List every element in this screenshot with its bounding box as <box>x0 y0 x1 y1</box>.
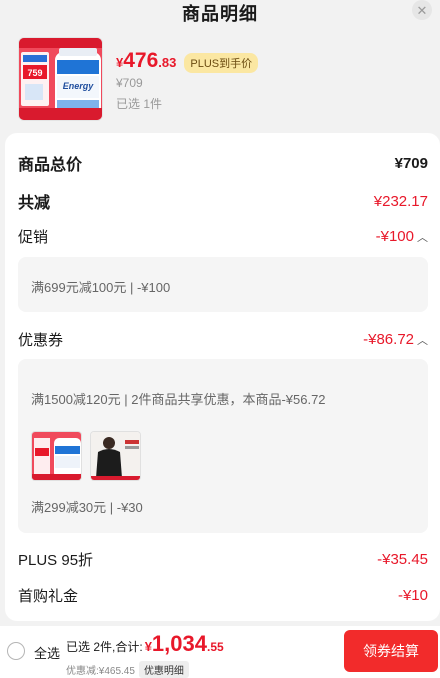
sum-currency: ¥ <box>144 639 152 654</box>
promo-toggle[interactable]: -¥100 ︿ <box>376 228 428 245</box>
close-icon: ✕ <box>416 2 428 18</box>
selected-summary-text: 已选 2件,合计: <box>66 640 143 654</box>
original-price: ¥709 <box>116 76 143 90</box>
total-price-label: 商品总价 <box>18 157 83 174</box>
product-summary: 759 Energy ¥ 476 .83 PLUS到手价 ¥709 已选 1件 <box>18 37 438 121</box>
discount-detail-button[interactable]: 优惠明细 <box>138 661 189 678</box>
coupon-row[interactable]: 优惠券 -¥86.72 ︿ <box>18 329 428 350</box>
chevron-up-icon: ︿ <box>417 231 428 244</box>
svg-text:759: 759 <box>27 68 42 78</box>
plus-discount-label: PLUS 95折 <box>18 552 94 569</box>
promo-detail-box: 满699元减100元 | -¥100 <box>18 257 428 312</box>
checkout-button[interactable]: 领券结算 <box>344 630 438 672</box>
total-reduce-value: ¥232.17 <box>373 192 428 210</box>
product-thumbnail[interactable]: 759 Energy <box>18 37 103 121</box>
coupon-detail-text-1: 满1500减120元 | 2件商品共享优惠，本商品-¥56.72 <box>31 392 326 407</box>
total-sum: 已选 2件,合计: ¥ 1,034 .55 <box>66 631 224 657</box>
jacket-image <box>91 432 140 480</box>
coupon-item-thumbnail-2[interactable] <box>90 431 141 481</box>
promo-row[interactable]: 促销 -¥100 ︿ <box>18 226 428 247</box>
checkout-bar: 全选 已选 2件,合计: ¥ 1,034 .55 优惠减:¥465.45 优惠明… <box>0 626 440 678</box>
sum-integer: 1,034 <box>151 631 207 656</box>
plus-price: ¥ 476 .83 PLUS到手价 <box>116 49 259 73</box>
first-buy-label: 首购礼金 <box>18 588 79 605</box>
sheet-title: 商品明细 <box>182 4 258 24</box>
promo-detail-text: 满699元减100元 | -¥100 <box>31 280 171 295</box>
promo-label: 促销 <box>18 229 49 246</box>
total-price-row: 商品总价 ¥709 <box>18 151 428 175</box>
coupon-item-thumbnail-1[interactable] <box>31 431 82 481</box>
svg-text:Energy: Energy <box>63 81 95 91</box>
plus-discount-row: PLUS 95折 -¥35.45 <box>18 549 428 570</box>
total-reduce-row: 共减 ¥232.17 <box>18 189 428 213</box>
select-all-checkbox[interactable] <box>7 642 25 660</box>
discount-text: 优惠减:¥465.45 <box>66 666 135 677</box>
price-breakdown-card: 商品总价 ¥709 共减 ¥232.17 促销 -¥100 ︿ 满699元减10… <box>5 133 440 621</box>
selected-count: 已选 1件 <box>116 97 163 111</box>
select-all-label[interactable]: 全选 <box>34 643 60 662</box>
plus-price-tag: PLUS到手价 <box>184 53 259 73</box>
price-integer: 476 <box>123 49 159 72</box>
total-reduce-label: 共减 <box>18 195 51 212</box>
discount-summary: 优惠减:¥465.45 优惠明细 <box>66 661 189 678</box>
price-decimal: .83 <box>158 55 177 70</box>
close-button[interactable]: ✕ <box>412 0 432 20</box>
price-currency: ¥ <box>116 55 124 70</box>
chevron-up-icon: ︿ <box>417 334 428 347</box>
supplement-image <box>32 432 81 480</box>
coupon-label: 优惠券 <box>18 332 64 349</box>
first-buy-row: 首购礼金 -¥10 <box>18 585 428 606</box>
sheet-header: 商品明细 ✕ <box>0 0 440 26</box>
detail-sheet: 商品明细 ✕ 759 Energy ¥ 476 .83 PLUS到手价 ¥709… <box>0 0 440 678</box>
coupon-detail-text-2: 满299减30元 | -¥30 <box>31 500 143 515</box>
plus-discount-value: -¥35.45 <box>377 551 428 568</box>
coupon-detail-box: 满1500减120元 | 2件商品共享优惠，本商品-¥56.72 满299减30… <box>18 359 428 533</box>
coupon-toggle[interactable]: -¥86.72 ︿ <box>363 331 428 348</box>
promo-value: -¥100 <box>375 228 414 245</box>
product-image: 759 Energy <box>19 38 102 120</box>
sum-decimal: .55 <box>206 640 224 654</box>
first-buy-value: -¥10 <box>397 587 428 604</box>
coupon-value: -¥86.72 <box>363 331 414 348</box>
total-price-value: ¥709 <box>394 154 428 172</box>
